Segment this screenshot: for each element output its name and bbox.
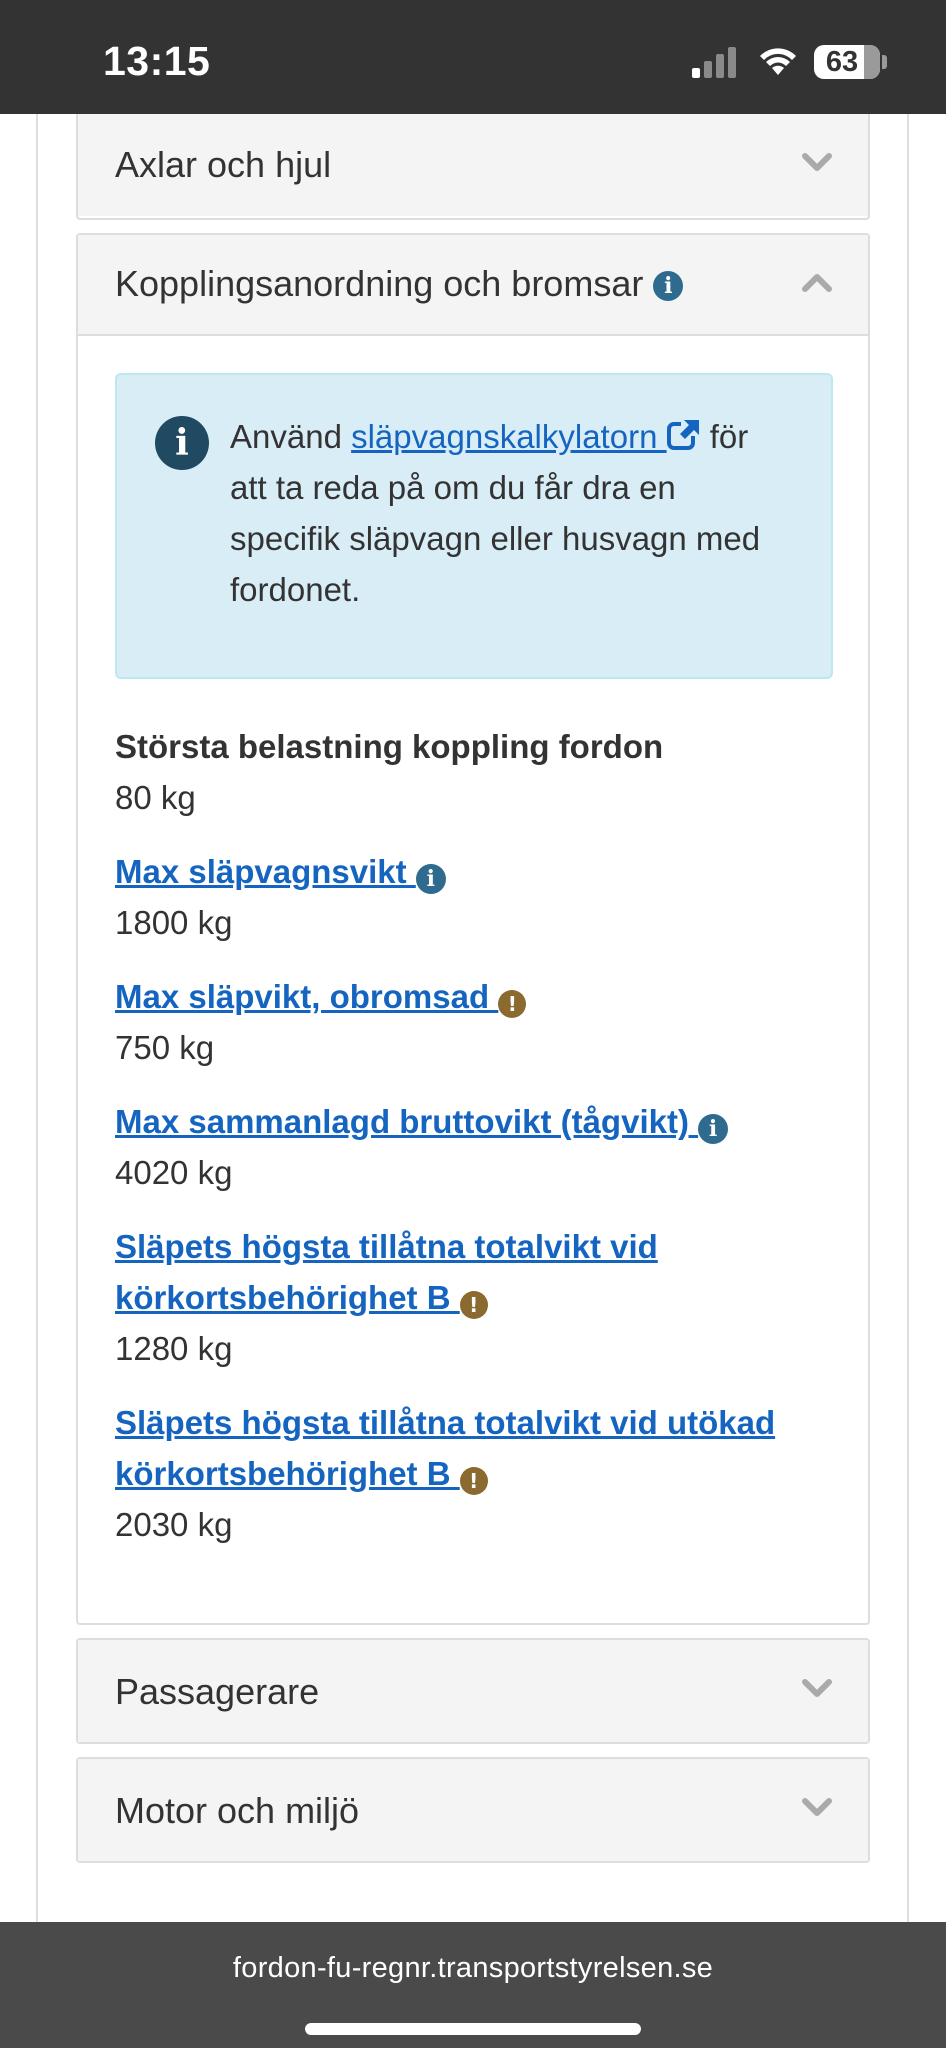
accordion-header-passagerare[interactable]: Passagerare <box>78 1640 868 1742</box>
row-value: 1800 kg <box>115 904 233 941</box>
row-value: 1280 kg <box>115 1330 233 1367</box>
totalvikt-utokad-b-link[interactable]: Släpets högsta tillåtna totalvikt vid ut… <box>115 1404 775 1492</box>
battery-icon: 63 <box>814 45 880 79</box>
accordion-title: Passagerare <box>115 1671 320 1712</box>
list-item: Släpets högsta tillåtna totalvikt vid ut… <box>115 1397 835 1550</box>
row-label: Största belastning koppling fordon <box>115 728 664 765</box>
wifi-icon <box>760 48 796 75</box>
info-alert: i Använd släpvagnskalkylatorn för att ta… <box>115 373 833 679</box>
chevron-down-icon <box>802 1679 832 1697</box>
coupling-data-list: Största belastning koppling fordon 80 kg… <box>115 721 835 1573</box>
accordion-title: Kopplingsanordning och bromsar i <box>115 263 684 305</box>
chevron-up-icon <box>802 274 832 292</box>
chevron-down-icon <box>802 1798 832 1816</box>
slapvagnskalkylatorn-link[interactable]: släpvagnskalkylatorn <box>351 418 701 455</box>
list-item: Max släpvikt, obromsad ! 750 kg <box>115 971 835 1073</box>
status-time: 13:15 <box>103 38 211 84</box>
info-icon[interactable]: i <box>415 863 446 894</box>
accordion-header-motor[interactable]: Motor och miljö <box>78 1759 868 1861</box>
max-slapvikt-obromsad-link[interactable]: Max släpvikt, obromsad <box>115 978 498 1015</box>
list-item: Största belastning koppling fordon 80 kg <box>115 721 835 823</box>
max-tagvikt-link[interactable]: Max sammanlagd bruttovikt (tågvikt) <box>115 1103 698 1140</box>
row-value: 750 kg <box>115 1029 215 1066</box>
accordion-title: Motor och miljö <box>115 1790 360 1831</box>
accordion-header-koppling[interactable]: Kopplingsanordning och bromsar i <box>78 235 868 336</box>
chevron-down-icon <box>802 153 832 171</box>
info-icon: i <box>155 416 209 470</box>
accordion-header-axlar[interactable]: Axlar och hjul <box>78 114 868 216</box>
warning-icon[interactable]: ! <box>498 989 527 1018</box>
battery-nub <box>882 55 887 69</box>
row-value: 80 kg <box>115 779 196 816</box>
totalvikt-b-link[interactable]: Släpets högsta tillåtna totalvikt vid kö… <box>115 1228 658 1316</box>
cellular-signal-icon <box>692 44 738 78</box>
alert-text: Använd släpvagnskalkylatorn för att ta r… <box>230 418 761 608</box>
accordion-kopplingsanordning: Kopplingsanordning och bromsar i i Använ… <box>76 233 870 1625</box>
home-indicator[interactable] <box>305 2023 641 2035</box>
page-frame-right <box>907 114 909 1922</box>
info-icon[interactable]: i <box>698 1113 729 1144</box>
page-frame-left <box>36 114 38 1922</box>
row-value: 4020 kg <box>115 1154 233 1191</box>
info-icon[interactable]: i <box>653 271 684 302</box>
accordion-motor-och-miljo: Motor och miljö <box>76 1757 870 1863</box>
max-slapvagnsvikt-link[interactable]: Max släpvagnsvikt <box>115 853 416 890</box>
accordion-title: Axlar och hjul <box>115 144 332 185</box>
list-item: Max sammanlagd bruttovikt (tågvikt) i 40… <box>115 1096 835 1198</box>
list-item: Släpets högsta tillåtna totalvikt vid kö… <box>115 1221 835 1374</box>
accordion-axlar-och-hjul: Axlar och hjul <box>76 114 870 220</box>
status-bar: 13:15 63 <box>0 0 946 114</box>
external-link-icon <box>666 418 701 450</box>
row-value: 2030 kg <box>115 1506 233 1543</box>
warning-icon[interactable]: ! <box>459 1290 488 1319</box>
battery-level: 63 <box>825 46 859 78</box>
warning-icon[interactable]: ! <box>459 1466 488 1495</box>
browser-url-bar[interactable]: fordon-fu-regnr.transportstyrelsen.se <box>0 1922 946 2048</box>
list-item: Max släpvagnsvikt i 1800 kg <box>115 846 835 948</box>
accordion-passagerare: Passagerare <box>76 1638 870 1744</box>
url-text[interactable]: fordon-fu-regnr.transportstyrelsen.se <box>0 1952 946 1985</box>
